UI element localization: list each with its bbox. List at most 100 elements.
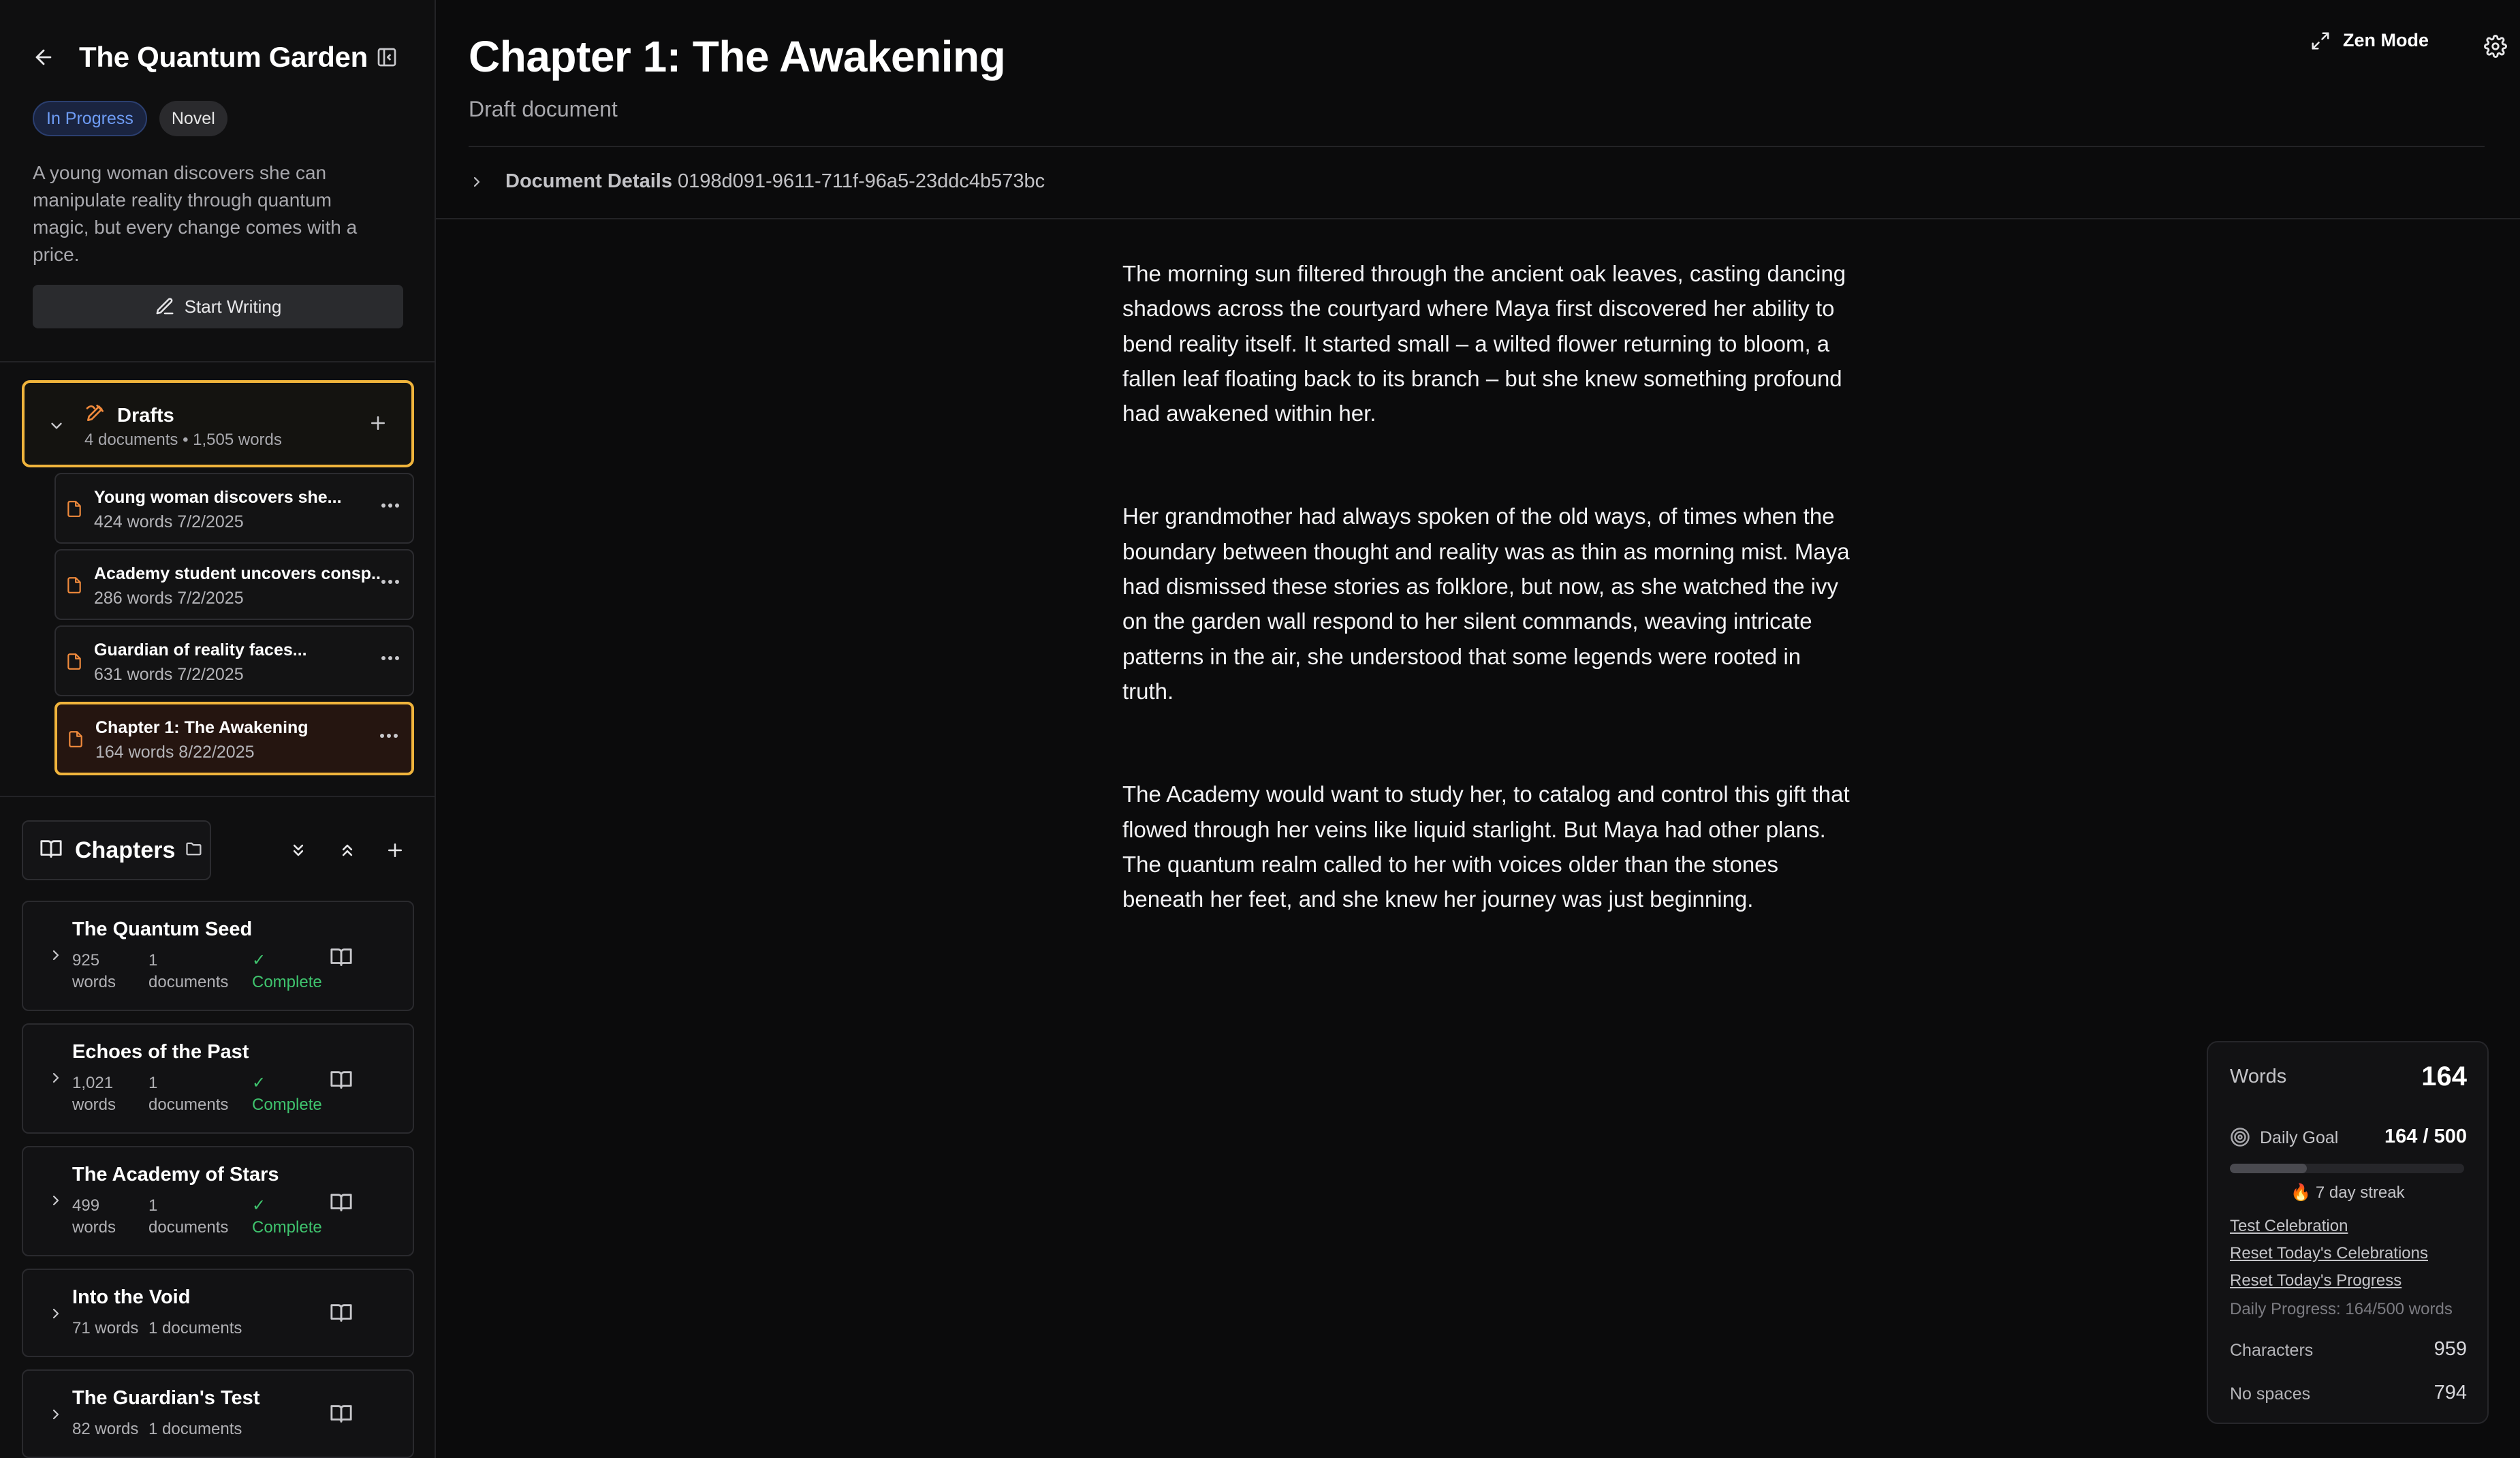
chapters-title: Chapters [75,837,176,863]
more-options-icon[interactable] [380,576,400,589]
draft-item[interactable]: Young woman discovers she... 424 words 7… [54,473,414,544]
more-options-icon[interactable] [379,730,399,743]
file-icon [65,651,83,675]
chapter-card[interactable]: Into the Void 71 words 1 documents [22,1269,414,1357]
drafts-icon [84,402,106,427]
drafts-folder[interactable]: Drafts 4 documents • 1,505 words [22,380,414,467]
chapter-card[interactable]: The Guardian's Test 82 words 1 documents [22,1369,414,1458]
status-badge: In Progress [33,101,147,136]
chevrons-up-icon [342,844,353,856]
chapter-docs: 1 documents [148,1072,228,1116]
check-icon: ✓ [252,1074,266,1092]
book-icon[interactable] [330,1191,353,1217]
chapter-title: The Academy of Stars [72,1164,279,1185]
start-writing-label: Start Writing [184,296,282,317]
gear-icon [2484,35,2507,58]
chapter-title: Into the Void [72,1286,191,1308]
sidebar-divider [0,361,435,362]
chapter-card[interactable]: The Quantum Seed 925 words 1 documents ✓ Co… [22,901,414,1011]
paragraph[interactable]: The morning sun filtered through the anc… [1122,256,1858,431]
chapter-card[interactable]: Echoes of the Past 1,021 words 1 documents… [22,1023,414,1134]
document-title: Chapter 1: The Awakening [469,32,1006,81]
header-divider [469,146,2485,147]
chapter-words: 499 words [72,1195,116,1239]
details-divider [436,218,2520,219]
file-icon [65,499,83,523]
words-label: Words [2230,1066,2287,1087]
test-celebration-link[interactable]: Test Celebration [2230,1217,2348,1236]
writing-stats-panel: Words 164 Daily Goal 164 / 500 🔥 7 day s… [2207,1041,2489,1424]
chapter-title: Echoes of the Past [72,1041,249,1063]
characters-value: 959 [2434,1338,2467,1360]
book-icon[interactable] [330,1402,353,1429]
chapter-words: 82 words [72,1420,139,1438]
chevron-right-icon[interactable] [48,1406,64,1426]
zen-mode-button[interactable]: Zen Mode [2310,30,2429,51]
start-writing-button[interactable]: Start Writing [33,285,403,328]
chapter-docs-number: 1 [148,951,158,970]
streak-indicator: 🔥 7 day streak [2290,1183,2405,1202]
draft-meta: 424 words 7/2/2025 [94,512,244,531]
draft-item-active[interactable]: Chapter 1: The Awakening 164 words 8/22/… [54,702,414,775]
add-draft-button[interactable] [368,413,388,437]
chapter-status-label: Complete [252,973,322,991]
document-details-text: Document Details 0198d091-9611-711f-96a5… [505,170,1045,193]
add-chapter-button[interactable] [380,835,410,865]
chapter-title: The Quantum Seed [72,918,253,940]
chevron-right-icon[interactable] [48,1070,64,1089]
chapter-words-unit: words [72,1218,116,1237]
drafts-title: Drafts [117,405,174,426]
folder-icon [185,839,204,862]
chapter-card[interactable]: The Academy of Stars 499 words 1 documents… [22,1146,414,1256]
document-details-toggle[interactable]: Document Details 0198d091-9611-711f-96a5… [469,170,1045,193]
chevron-right-icon[interactable] [48,947,64,967]
file-icon [67,729,84,753]
editor-main: Chapter 1: The Awakening Draft document … [436,0,2520,1458]
chevron-down-icon[interactable] [48,417,65,438]
characters-label: Characters [2230,1341,2314,1360]
draft-title: Chapter 1: The Awakening [95,718,309,737]
sidebar-divider [0,796,435,797]
more-options-icon[interactable] [380,500,400,512]
chapter-words-unit: words [72,1096,116,1114]
chevron-right-icon[interactable] [48,1192,64,1212]
collapse-sidebar-button[interactable] [376,46,398,68]
chevron-right-icon [473,176,480,187]
settings-button[interactable] [2479,30,2512,63]
chevron-right-icon[interactable] [48,1305,64,1325]
chapter-docs: 1 documents [148,950,228,993]
chapter-words-unit: words [72,973,116,991]
back-button[interactable] [23,37,64,78]
chapter-docs-unit: documents [148,1096,229,1114]
book-icon[interactable] [330,1068,353,1095]
draft-item[interactable]: Academy student uncovers consp... 286 wo… [54,549,414,620]
chapter-status: ✓ Complete [252,1072,322,1116]
daily-goal-value: 164 / 500 [2384,1126,2467,1147]
collapse-all-button[interactable] [332,835,362,865]
draft-title: Young woman discovers she... [94,488,342,507]
chapter-status: ✓ Complete [252,950,322,993]
paragraph[interactable]: Her grandmother had always spoken of the… [1122,499,1858,709]
expand-all-button[interactable] [283,835,313,865]
chapters-header[interactable]: Chapters [22,820,211,880]
pencil-icon [156,298,174,315]
more-options-icon[interactable] [380,653,400,665]
editor-content[interactable]: The morning sun filtered through the anc… [1122,256,1858,984]
chapter-words-number: 1,021 [72,1074,114,1092]
chapter-docs-unit: documents [148,973,229,991]
chapter-docs-number: 1 [148,1074,158,1092]
draft-item[interactable]: Guardian of reality faces... 631 words 7… [54,625,414,696]
chapter-docs-number: 1 [148,1196,158,1215]
paragraph[interactable]: The Academy would want to study her, to … [1122,777,1858,916]
chapter-words: 1,021 words [72,1072,116,1116]
reset-celebrations-link[interactable]: Reset Today's Celebrations [2230,1244,2428,1263]
document-id: 0198d091-9611-711f-96a5-23ddc4b573bc [678,170,1045,192]
reset-progress-link[interactable]: Reset Today's Progress [2230,1271,2401,1290]
plus-icon [371,416,385,430]
zen-mode-label: Zen Mode [2343,30,2429,50]
book-icon[interactable] [330,1301,353,1328]
book-icon[interactable] [330,946,353,972]
draft-meta: 631 words 7/2/2025 [94,665,244,684]
arrow-left-icon [35,49,52,65]
check-icon: ✓ [252,1196,266,1215]
